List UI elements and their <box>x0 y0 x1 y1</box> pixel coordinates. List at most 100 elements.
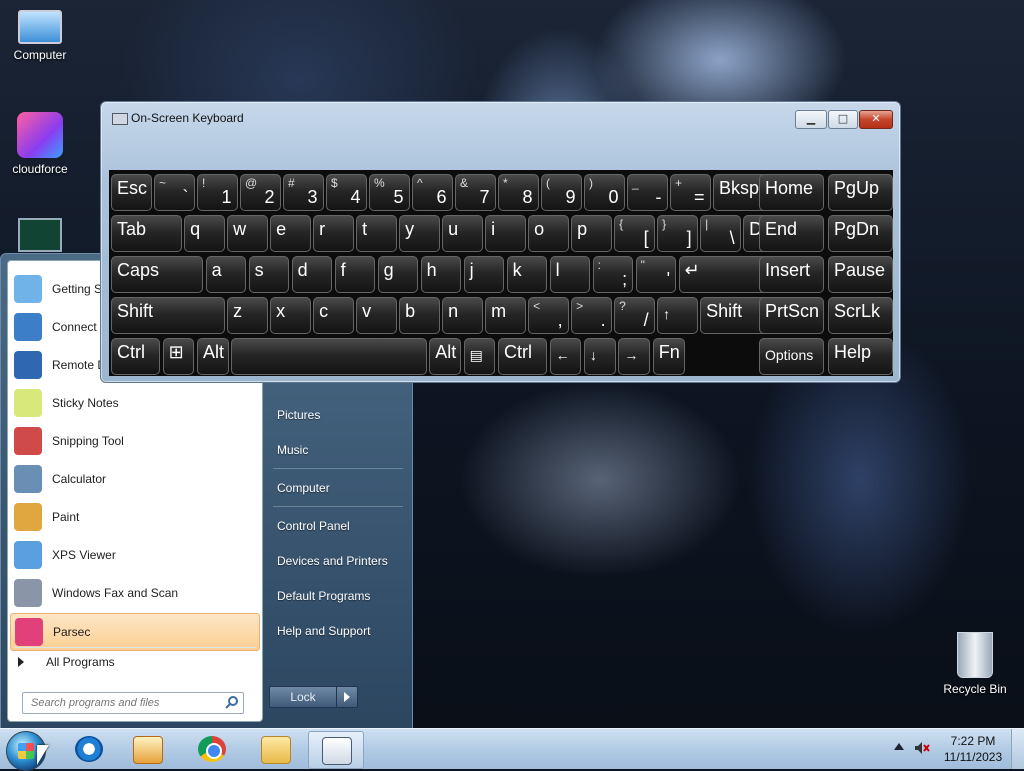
key-6[interactable]: ^ 6 <box>412 174 453 211</box>
key-esc[interactable]: Esc <box>111 174 152 211</box>
key-h[interactable]: h <box>420 256 462 293</box>
start-search-box[interactable] <box>22 692 244 714</box>
taskbar-app-button[interactable] <box>308 731 364 769</box>
key-symbol[interactable]: | \ <box>700 215 741 252</box>
start-menu-item[interactable]: XPS Viewer <box>10 537 258 573</box>
key-help[interactable]: Help <box>828 338 893 375</box>
key-pause[interactable]: Pause <box>828 256 893 293</box>
desktop-icon-monitor[interactable] <box>0 218 80 256</box>
volume-muted-icon[interactable] <box>914 740 930 756</box>
key-caps[interactable]: Caps <box>111 256 204 293</box>
key-ctrl[interactable]: Ctrl <box>111 338 161 375</box>
key-s[interactable]: s <box>248 256 290 293</box>
key-alt[interactable]: Alt <box>429 338 462 375</box>
key-p[interactable]: p <box>571 215 612 252</box>
key-symbol[interactable]: ← <box>549 338 582 375</box>
taskbar-app-button[interactable] <box>62 731 116 767</box>
key-r[interactable]: r <box>313 215 354 252</box>
start-link-default-programs[interactable]: Default Programs <box>277 589 370 603</box>
key-symbol[interactable]: " ' <box>635 256 677 293</box>
key-l[interactable]: l <box>549 256 591 293</box>
key-prtscn[interactable]: PrtScn <box>759 297 824 334</box>
key-3[interactable]: #3 <box>283 174 324 211</box>
key-n[interactable]: n <box>442 297 483 334</box>
search-icon[interactable] <box>225 695 239 709</box>
start-menu-item[interactable]: Calculator <box>10 461 258 497</box>
start-link-help-support[interactable]: Help and Support <box>277 624 370 638</box>
taskbar-app-button[interactable] <box>248 731 302 767</box>
key-m[interactable]: m <box>485 297 526 334</box>
close-button[interactable]: ✕ <box>859 110 893 129</box>
start-menu-item[interactable]: Paint <box>10 499 258 535</box>
key-1[interactable]: ! 1 <box>197 174 238 211</box>
key-pgup[interactable]: PgUp <box>828 174 893 211</box>
key-options[interactable]: Options <box>759 338 824 375</box>
start-link-computer[interactable]: Computer <box>277 481 330 495</box>
key-end[interactable]: End <box>759 215 824 252</box>
key-ctrl[interactable]: Ctrl <box>498 338 548 375</box>
key-g[interactable]: g <box>377 256 419 293</box>
key-b[interactable]: b <box>399 297 440 334</box>
key-9[interactable]: (9 <box>541 174 582 211</box>
key-menu-key[interactable]: ▤ <box>463 338 496 375</box>
taskbar-app-button[interactable] <box>120 731 174 767</box>
key-v[interactable]: v <box>356 297 397 334</box>
key-symbol[interactable]: <, <box>528 297 569 334</box>
key-symbol[interactable]: :; <box>592 256 634 293</box>
start-link-music[interactable]: Music <box>277 443 308 457</box>
key-symbol[interactable]: }] <box>657 215 698 252</box>
start-link-control-panel[interactable]: Control Panel <box>277 519 350 533</box>
key-symbol[interactable]: _ - <box>627 174 668 211</box>
key-fn[interactable]: Fn <box>652 338 685 375</box>
key-5[interactable]: % 5 <box>369 174 410 211</box>
key-tab[interactable]: Tab <box>111 215 182 252</box>
desktop-icon-cloudforce[interactable]: cloudforce <box>0 112 80 176</box>
maximize-button[interactable]: □ <box>828 110 858 129</box>
key-t[interactable]: t <box>356 215 397 252</box>
key-symbol[interactable]: >. <box>571 297 612 334</box>
key-symbol[interactable]: ~ ` <box>154 174 195 211</box>
key-symbol[interactable]: → <box>618 338 651 375</box>
key-symbol[interactable]: ↑ <box>657 297 698 334</box>
key-8[interactable]: * 8 <box>498 174 539 211</box>
key-space[interactable] <box>231 338 427 375</box>
key-alt[interactable]: Alt <box>197 338 229 375</box>
key-insert[interactable]: Insert <box>759 256 824 293</box>
key-x[interactable]: x <box>270 297 311 334</box>
key-shift[interactable]: Shift <box>111 297 225 334</box>
key-scrlk[interactable]: ScrLk <box>828 297 893 334</box>
taskbar-app-button[interactable] <box>185 731 239 767</box>
clock[interactable]: 7:22 PM 11/11/2023 <box>940 733 1006 765</box>
key-u[interactable]: u <box>442 215 483 252</box>
key-symbol[interactable]: ↓ <box>584 338 616 375</box>
key-pgdn[interactable]: PgDn <box>828 215 893 252</box>
desktop-icon-computer[interactable]: Computer <box>0 10 80 62</box>
key-2[interactable]: @2 <box>240 174 281 211</box>
start-menu-item[interactable]: Parsec <box>10 613 260 651</box>
key-7[interactable]: & 7 <box>455 174 496 211</box>
key-windows-key[interactable]: ⊞ <box>162 338 195 375</box>
key-enter[interactable]: ↵ <box>678 256 771 293</box>
key-k[interactable]: k <box>506 256 548 293</box>
key-o[interactable]: o <box>528 215 569 252</box>
key-i[interactable]: i <box>485 215 526 252</box>
start-menu-item[interactable]: Snipping Tool <box>10 423 258 459</box>
key-q[interactable]: q <box>184 215 225 252</box>
start-menu-item[interactable]: Sticky Notes <box>10 385 258 421</box>
lock-button[interactable]: Lock <box>269 686 337 708</box>
key-d[interactable]: d <box>291 256 333 293</box>
shutdown-options-arrow-icon[interactable] <box>336 686 358 708</box>
key-symbol[interactable]: + = <box>670 174 711 211</box>
all-programs-link[interactable]: All Programs <box>18 655 115 669</box>
tray-overflow-icon[interactable] <box>894 743 904 750</box>
key-symbol[interactable]: {[ <box>614 215 655 252</box>
key-z[interactable]: z <box>227 297 268 334</box>
key-j[interactable]: j <box>463 256 505 293</box>
search-input[interactable] <box>29 696 223 710</box>
start-link-pictures[interactable]: Pictures <box>277 408 320 422</box>
key-c[interactable]: c <box>313 297 354 334</box>
key-y[interactable]: y <box>399 215 440 252</box>
start-menu-item[interactable]: Windows Fax and Scan <box>10 575 258 611</box>
key-0[interactable]: ) 0 <box>584 174 625 211</box>
key-e[interactable]: e <box>270 215 311 252</box>
